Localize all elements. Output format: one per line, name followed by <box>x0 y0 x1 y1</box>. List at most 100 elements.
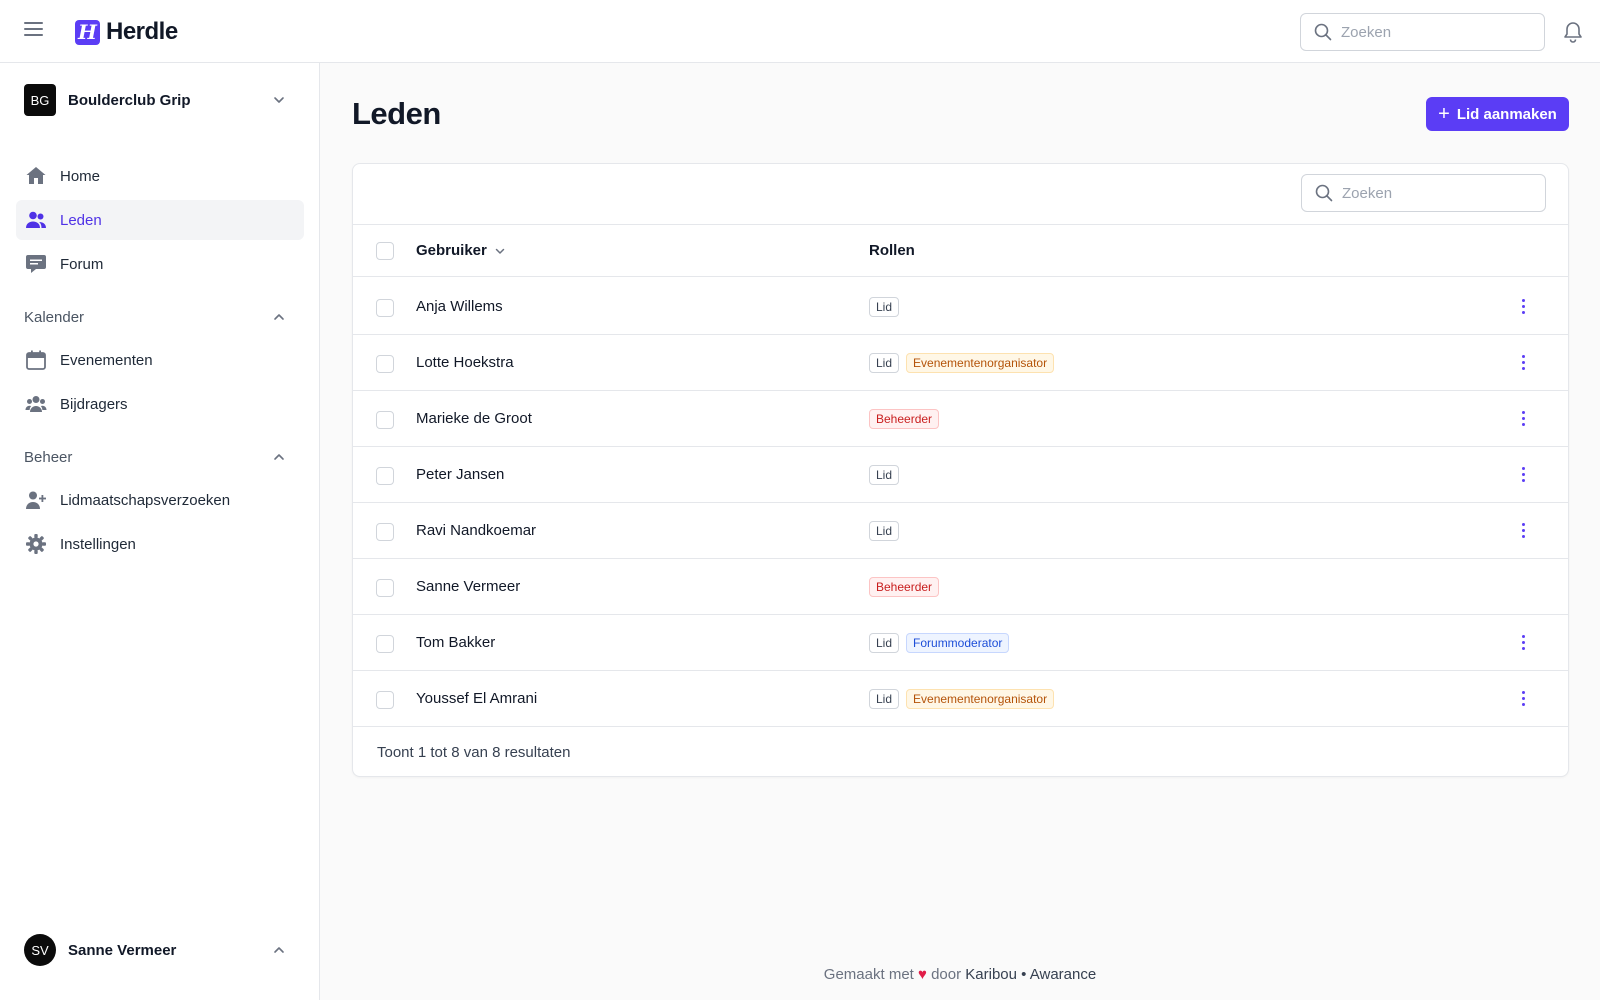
search-icon <box>1315 184 1333 202</box>
home-icon <box>25 165 47 187</box>
role-list: Lid <box>869 521 900 541</box>
role-list: Lid Evenementenorganisator <box>869 353 1055 373</box>
menu-icon[interactable] <box>24 22 44 40</box>
plus-icon: + <box>1438 103 1450 125</box>
section-kalender[interactable]: Kalender <box>24 307 294 327</box>
table-search-input[interactable] <box>1342 184 1532 202</box>
role-badge: Beheerder <box>869 409 940 429</box>
sidebar-item-bijdragers[interactable]: Bijdragers <box>16 384 304 424</box>
global-search[interactable] <box>1300 13 1545 51</box>
row-actions-menu-icon[interactable] <box>1513 296 1533 316</box>
sidebar-item-leden[interactable]: Leden <box>16 200 304 240</box>
chevron-down-icon <box>274 97 284 103</box>
row-checkbox[interactable] <box>376 691 394 709</box>
org-name: Boulderclub Grip <box>68 91 191 109</box>
sidebar-item-label: Lidmaatschapsverzoeken <box>60 491 231 509</box>
search-icon <box>1314 23 1332 41</box>
row-checkbox[interactable] <box>376 467 394 485</box>
sidebar-item-forum[interactable]: Forum <box>16 244 304 284</box>
bell-icon[interactable] <box>1562 20 1584 44</box>
global-search-input[interactable] <box>1341 23 1531 41</box>
row-checkbox[interactable] <box>376 579 394 597</box>
table-search[interactable] <box>1301 174 1546 212</box>
section-title: Kalender <box>24 308 85 326</box>
row-checkbox[interactable] <box>376 411 394 429</box>
member-name: Youssef El Amrani <box>416 690 538 707</box>
chat-icon <box>25 253 47 275</box>
member-name: Marieke de Groot <box>416 410 532 427</box>
row-checkbox[interactable] <box>376 299 394 317</box>
members-table-card: Gebruiker Rollen Anja Willems Lid Lotte Ho… <box>352 163 1569 777</box>
role-list: Beheerder <box>869 409 940 429</box>
sidebar: BG Boulderclub Grip Home Leden Forum Kal… <box>0 63 320 1000</box>
chevron-up-icon <box>274 947 284 953</box>
role-badge: Lid <box>869 633 900 653</box>
table-row: Ravi Nandkoemar Lid <box>353 502 1568 559</box>
row-actions-menu-icon[interactable] <box>1513 632 1533 652</box>
avatar: SV <box>24 934 56 966</box>
org-switcher[interactable]: BG Boulderclub Grip <box>24 83 294 117</box>
role-badge: Beheerder <box>869 577 940 597</box>
row-checkbox[interactable] <box>376 635 394 653</box>
heart-icon: ♥ <box>918 966 927 983</box>
page-footer: Gemaakt met ♥ door Karibou • Awarance <box>0 966 1600 983</box>
role-badge: Evenementenorganisator <box>906 353 1055 373</box>
footer-made-with: Gemaakt met <box>823 966 914 983</box>
member-name: Lotte Hoekstra <box>416 354 514 371</box>
sidebar-item-label: Bijdragers <box>60 395 128 413</box>
results-summary: Toont 1 tot 8 van 8 resultaten <box>377 744 571 761</box>
row-checkbox[interactable] <box>376 523 394 541</box>
user-group-icon <box>25 393 47 415</box>
role-list: Lid <box>869 297 900 317</box>
role-badge: Evenementenorganisator <box>906 689 1055 709</box>
role-badge: Lid <box>869 297 900 317</box>
logo-mark: H <box>75 19 100 45</box>
role-badge: Forummoderator <box>906 633 1010 653</box>
member-name: Tom Bakker <box>416 634 496 651</box>
member-name: Anja Willems <box>416 298 503 315</box>
sidebar-item-label: Instellingen <box>60 535 136 553</box>
footer-link-karibou[interactable]: Karibou <box>965 966 1017 983</box>
table-header: Gebruiker Rollen <box>353 224 1568 277</box>
table-row: Tom Bakker Lid Forummoderator <box>353 614 1568 671</box>
row-actions-menu-icon[interactable] <box>1513 464 1533 484</box>
sidebar-item-lidmaatschapsverzoeken[interactable]: Lidmaatschapsverzoeken <box>16 480 304 520</box>
column-header-label: Gebruiker <box>416 242 487 259</box>
sidebar-item-home[interactable]: Home <box>16 156 304 196</box>
role-badge: Lid <box>869 465 900 485</box>
sidebar-item-instellingen[interactable]: Instellingen <box>16 524 304 564</box>
users-icon <box>25 209 47 231</box>
role-list: Lid Forummoderator <box>869 633 1010 653</box>
row-checkbox[interactable] <box>376 355 394 373</box>
member-name: Peter Jansen <box>416 466 505 483</box>
role-list: Lid <box>869 465 900 485</box>
row-actions-menu-icon[interactable] <box>1513 520 1533 540</box>
logo[interactable]: H Herdle <box>75 18 178 46</box>
chevron-up-icon <box>274 454 284 460</box>
user-plus-icon <box>25 489 47 511</box>
column-header-user[interactable]: Gebruiker <box>416 242 506 259</box>
sidebar-item-evenementen[interactable]: Evenementen <box>16 340 304 380</box>
footer-separator: • <box>1021 966 1027 983</box>
role-badge: Lid <box>869 521 900 541</box>
table-row: Sanne Vermeer Beheerder <box>353 558 1568 615</box>
create-member-label: Lid aanmaken <box>1456 105 1557 123</box>
org-avatar: BG <box>24 84 56 116</box>
user-menu[interactable]: SV Sanne Vermeer <box>24 933 294 967</box>
row-actions-menu-icon[interactable] <box>1513 352 1533 372</box>
section-beheer[interactable]: Beheer <box>24 447 294 467</box>
sidebar-item-label: Home <box>60 167 101 185</box>
role-badge: Lid <box>869 353 900 373</box>
row-actions-menu-icon[interactable] <box>1513 688 1533 708</box>
table-row: Marieke de Groot Beheerder <box>353 390 1568 447</box>
footer-link-awarance[interactable]: Awarance <box>1030 966 1096 983</box>
column-header-roles: Rollen <box>869 242 915 259</box>
role-list: Lid Evenementenorganisator <box>869 689 1055 709</box>
select-all-checkbox[interactable] <box>376 242 394 260</box>
calendar-icon <box>25 349 47 371</box>
sidebar-item-label: Forum <box>60 255 104 273</box>
user-name: Sanne Vermeer <box>68 941 177 959</box>
create-member-button[interactable]: + Lid aanmaken <box>1426 97 1569 131</box>
row-actions-menu-icon[interactable] <box>1513 408 1533 428</box>
section-title: Beheer <box>24 448 73 466</box>
